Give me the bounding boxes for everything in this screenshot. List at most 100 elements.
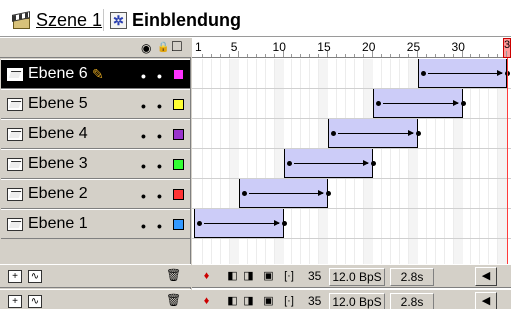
- layer-color-swatch[interactable]: [173, 159, 184, 170]
- onion-skin-icon[interactable]: ◧: [226, 294, 239, 309]
- ruler-tick: [354, 54, 356, 57]
- frame-row[interactable]: [192, 59, 511, 89]
- frame-row[interactable]: [192, 209, 511, 239]
- insert-layer-icon[interactable]: +: [8, 270, 22, 283]
- tween-arrow: [204, 220, 279, 226]
- movieclip-symbol-icon: ✲: [110, 11, 127, 29]
- add-motion-guide-icon[interactable]: ∿: [28, 295, 42, 308]
- trash-icon[interactable]: 🗑: [166, 294, 181, 308]
- ruler-tick: [210, 54, 212, 57]
- frame-row[interactable]: [192, 179, 511, 209]
- ruler-tick: [336, 54, 338, 57]
- onion-skin-outlines-icon[interactable]: ◨: [242, 269, 255, 284]
- layer-name[interactable]: Ebene 6: [28, 65, 98, 83]
- add-motion-guide-icon[interactable]: ∿: [28, 270, 42, 283]
- lock-toggle[interactable]: •: [157, 218, 162, 234]
- trash-icon[interactable]: 🗑: [166, 269, 181, 283]
- visibility-toggle[interactable]: •: [141, 218, 146, 234]
- end-keyframe[interactable]: [415, 131, 421, 136]
- ruler-label: 5: [230, 40, 238, 54]
- end-keyframe[interactable]: [371, 161, 376, 166]
- lock-toggle[interactable]: •: [157, 188, 162, 204]
- breadcrumb: Szene 1 ✲ Einblendung: [0, 0, 511, 37]
- motion-tween[interactable]: [373, 89, 466, 118]
- frame-row[interactable]: [192, 149, 511, 179]
- layer-row[interactable]: Ebene 5 • •: [1, 89, 190, 119]
- start-keyframe[interactable]: [197, 221, 202, 226]
- layer-header: ◉ 🔒 □: [0, 38, 191, 58]
- start-keyframe[interactable]: [331, 131, 337, 136]
- visibility-toggle[interactable]: •: [141, 188, 146, 204]
- ruler-tick: [291, 54, 293, 57]
- start-keyframe[interactable]: [376, 101, 381, 106]
- tween-arrow: [427, 70, 503, 76]
- scene-label[interactable]: Szene 1: [36, 10, 102, 31]
- start-keyframe[interactable]: [241, 191, 247, 196]
- elapsed-time: 2.8s: [390, 293, 434, 309]
- lock-toggle[interactable]: •: [157, 128, 162, 144]
- motion-tween[interactable]: [417, 59, 511, 88]
- layer-name[interactable]: Ebene 2: [28, 185, 98, 203]
- edit-multiple-frames-icon[interactable]: ▣: [262, 269, 275, 284]
- center-frame-icon[interactable]: ♦: [200, 269, 213, 284]
- ruler-tick: [255, 54, 257, 57]
- eye-icon[interactable]: ◉: [141, 41, 151, 55]
- layer-name[interactable]: Ebene 4: [28, 125, 98, 143]
- end-keyframe[interactable]: [326, 191, 332, 196]
- layer-row[interactable]: Ebene 6 ✎ • •: [1, 59, 190, 89]
- timeline-status-bar: ♦ ◧ ◨ ▣ [·] 35 12.0 BpS 2.8s ◀: [192, 264, 511, 288]
- motion-tween[interactable]: [328, 119, 421, 148]
- layer-toolbar-2: + ∿ 🗑: [0, 289, 191, 309]
- ruler-tick: [407, 54, 409, 57]
- motion-tween[interactable]: [283, 149, 376, 178]
- ruler-tick: [443, 54, 445, 57]
- layer-color-swatch[interactable]: [173, 99, 184, 110]
- visibility-toggle[interactable]: •: [141, 98, 146, 114]
- layer-color-swatch[interactable]: [173, 189, 184, 200]
- ruler-tick: [228, 54, 230, 57]
- visibility-toggle[interactable]: •: [141, 128, 146, 144]
- start-keyframe[interactable]: [420, 71, 426, 76]
- layer-row[interactable]: Ebene 4 • •: [1, 119, 190, 149]
- layer-name[interactable]: Ebene 5: [28, 95, 98, 113]
- center-frame-icon[interactable]: ♦: [200, 294, 213, 309]
- lock-toggle[interactable]: •: [157, 98, 162, 114]
- pencil-icon: ✎: [92, 66, 104, 82]
- lock-toggle[interactable]: •: [157, 68, 162, 84]
- layer-color-swatch[interactable]: [173, 69, 184, 80]
- ruler-tick: [452, 54, 454, 57]
- insert-layer-icon[interactable]: +: [8, 295, 22, 308]
- motion-tween[interactable]: [238, 179, 332, 208]
- lock-toggle[interactable]: •: [157, 158, 162, 174]
- frame-area: 35 151015202530 ♦ ◧ ◨ ▣ [·] 35 12.0 BpS …: [192, 38, 511, 309]
- onion-skin-icon[interactable]: ◧: [226, 269, 239, 284]
- scroll-left-icon[interactable]: ◀: [475, 267, 497, 286]
- frame-ruler[interactable]: 35 151015202530: [192, 38, 511, 58]
- layer-row[interactable]: Ebene 1 • •: [1, 209, 190, 239]
- motion-tween[interactable]: [194, 209, 287, 238]
- layer-name[interactable]: Ebene 1: [28, 215, 98, 233]
- scene-link[interactable]: Szene 1: [12, 8, 102, 32]
- layer-color-swatch[interactable]: [173, 129, 184, 140]
- edit-multiple-frames-icon[interactable]: ▣: [262, 294, 275, 309]
- end-keyframe[interactable]: [281, 221, 287, 226]
- onion-skin-outlines-icon[interactable]: ◨: [242, 294, 255, 309]
- modify-onion-markers-icon[interactable]: [·]: [280, 269, 298, 284]
- layer-color-swatch[interactable]: [173, 219, 184, 230]
- layer-row[interactable]: Ebene 2 • •: [1, 179, 190, 209]
- tween-arrow: [338, 130, 414, 136]
- outline-square-icon[interactable]: □: [172, 39, 182, 55]
- end-keyframe[interactable]: [460, 101, 466, 106]
- frame-row[interactable]: [192, 89, 511, 119]
- start-keyframe[interactable]: [286, 161, 292, 166]
- visibility-toggle[interactable]: •: [141, 68, 146, 84]
- visibility-toggle[interactable]: •: [141, 158, 146, 174]
- layer-row[interactable]: Ebene 3 • •: [1, 149, 190, 179]
- layer-name[interactable]: Ebene 3: [28, 155, 98, 173]
- ruler-tick: [345, 54, 347, 57]
- frame-row[interactable]: [192, 119, 511, 149]
- scroll-left-icon[interactable]: ◀: [475, 292, 497, 309]
- lock-icon[interactable]: 🔒: [157, 41, 169, 55]
- layer-icon: [7, 97, 23, 111]
- modify-onion-markers-icon[interactable]: [·]: [280, 294, 298, 309]
